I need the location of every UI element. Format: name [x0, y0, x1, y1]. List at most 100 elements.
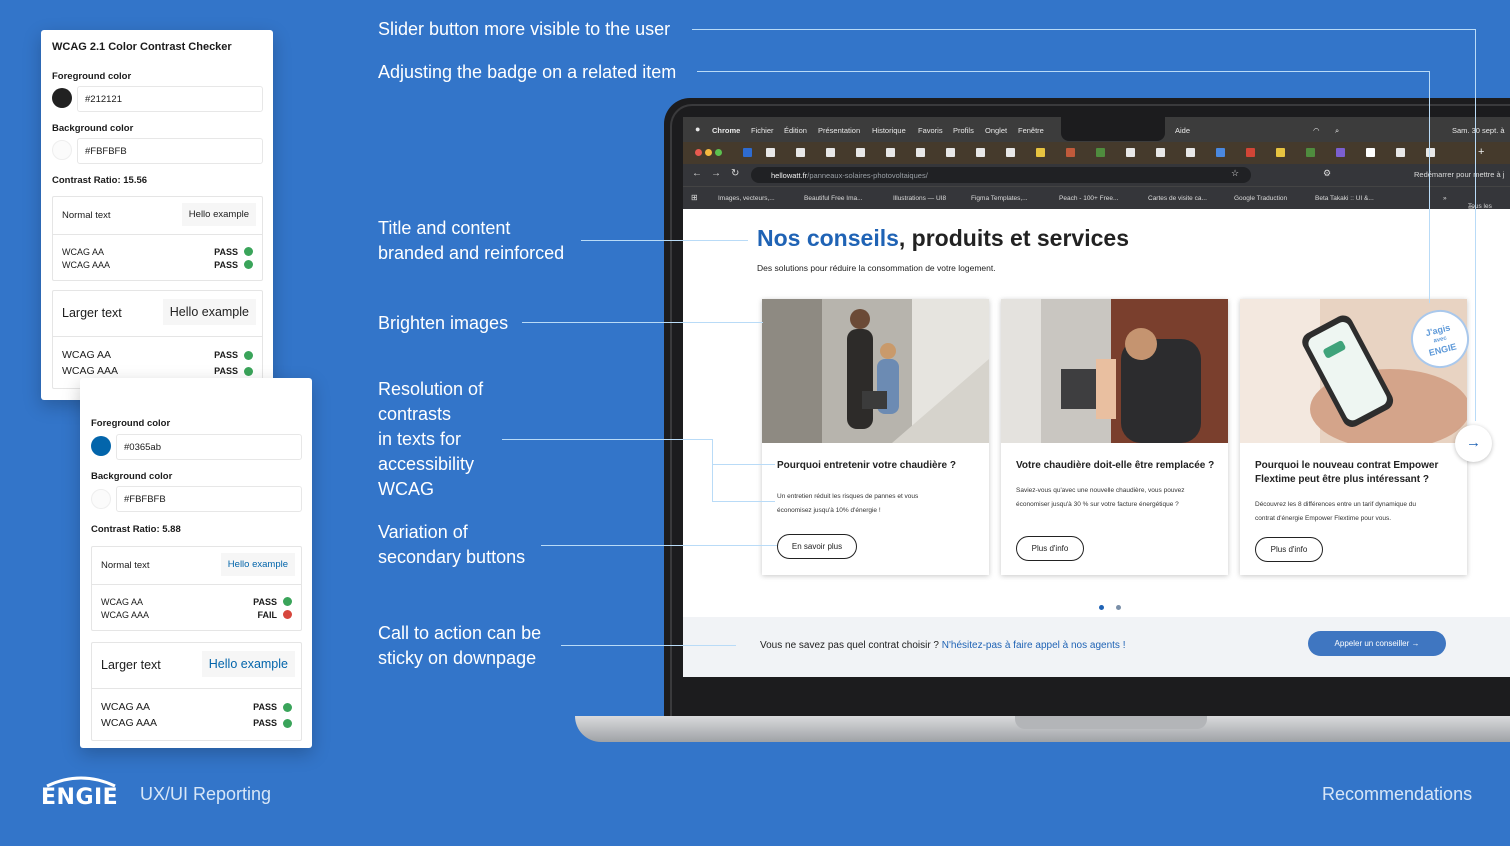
article-card[interactable]: Votre chaudière doit-elle être remplacée… [1001, 299, 1228, 575]
menu-profils[interactable]: Profils [953, 126, 974, 135]
tab-favicon[interactable] [1036, 148, 1045, 157]
page-subtitle: Des solutions pour réduire la consommati… [757, 263, 996, 273]
tab-favicon[interactable] [766, 148, 775, 157]
minimize-window-icon[interactable] [705, 149, 712, 156]
close-window-icon[interactable] [695, 149, 702, 156]
foreground-hex-input[interactable]: #0365ab [116, 434, 302, 460]
connector-line [712, 464, 775, 465]
annotation-contrasts-line1: Resolution of [378, 379, 484, 399]
tab-favicon[interactable] [1006, 148, 1015, 157]
back-icon[interactable]: ← [692, 168, 702, 179]
background-hex-input[interactable]: #FBFBFB [77, 138, 263, 164]
large-text-box: Larger text Hello example WCAG AA PASS WC… [91, 642, 302, 741]
menu-fichier[interactable]: Fichier [751, 126, 774, 135]
page-title-rest: , produits et services [898, 225, 1129, 251]
bookmark-item[interactable]: Beautiful Free Ima... [804, 195, 863, 202]
tab-favicon[interactable] [946, 148, 955, 157]
annotation-title-line1: Title and content [378, 218, 511, 238]
more-info-button[interactable]: Plus d'info [1255, 537, 1323, 562]
restart-button[interactable]: Redémarrer pour mettre à j [1414, 170, 1504, 179]
wcag-aaa-label: WCAG AAA [62, 365, 119, 377]
menu-fenetre[interactable]: Fenêtre [1018, 126, 1044, 135]
foreground-hex-input[interactable]: #212121 [77, 86, 263, 112]
foreground-swatch[interactable] [91, 436, 111, 456]
carousel-dot[interactable] [1116, 605, 1121, 610]
background-swatch[interactable] [91, 489, 111, 509]
card-title: Pourquoi le nouveau contrat Empower Flex… [1255, 460, 1439, 485]
annotation-contrasts-line4: accessibility [378, 454, 475, 474]
page-title: Nos conseils, produits et services [757, 225, 1129, 252]
carousel-dot-active[interactable] [1099, 605, 1104, 610]
background-hex-input[interactable]: #FBFBFB [116, 486, 302, 512]
contrast-ratio: Contrast Ratio: 5.88 [91, 524, 181, 535]
tab-favicon[interactable] [976, 148, 985, 157]
tab-favicon[interactable] [743, 148, 752, 157]
menu-presentation[interactable]: Présentation [818, 126, 860, 135]
apps-icon[interactable]: ⊞ [691, 193, 698, 202]
cta-link[interactable]: N'hésitez-pas à faire appel à nos agents… [942, 640, 1126, 651]
tab-favicon[interactable] [826, 148, 835, 157]
menu-aide[interactable]: Aide [1175, 126, 1190, 135]
bookmark-item[interactable]: Images, vecteurs,... [718, 195, 775, 202]
pass-dot-icon [283, 597, 292, 606]
engie-logo-text: ENGIE [41, 785, 119, 810]
slider-next-button[interactable]: → [1455, 425, 1492, 462]
reload-icon[interactable]: ↻ [731, 168, 739, 179]
tab-favicon[interactable] [856, 148, 865, 157]
tab-favicon[interactable] [1306, 148, 1315, 157]
extensions-icon[interactable]: ⚙ [1323, 168, 1331, 179]
tab-favicon[interactable] [1276, 148, 1285, 157]
bookmark-item[interactable]: Beta Takaki :: UI &... [1315, 195, 1374, 202]
wcag-aaa-label: WCAG AAA [101, 717, 158, 729]
checker-title: WCAG 2.1 Color Contrast Checker [52, 41, 232, 53]
menu-edition[interactable]: Édition [784, 126, 807, 135]
menu-chrome[interactable]: Chrome [712, 126, 740, 135]
tab-favicon[interactable] [796, 148, 805, 157]
bookmark-item[interactable]: Cartes de visite ca... [1148, 195, 1207, 202]
menu-favoris[interactable]: Favoris [918, 126, 943, 135]
wcag-aa-label: WCAG AA [62, 349, 112, 361]
more-bookmarks-icon[interactable]: » [1443, 195, 1447, 202]
wifi-icon[interactable]: ◠ [1313, 126, 1320, 135]
tab-favicon[interactable] [1156, 148, 1165, 157]
foreground-label: Foreground color [52, 71, 132, 82]
tab-favicon[interactable] [1126, 148, 1135, 157]
normal-text-label: Normal text [62, 210, 111, 221]
tab-favicon[interactable] [1246, 148, 1255, 157]
tab-favicon[interactable] [1216, 148, 1225, 157]
bookmark-item[interactable]: Peach - 100+ Free... [1059, 195, 1118, 202]
url-input[interactable]: hellowatt.fr/panneaux-solaires-photovolt… [751, 167, 1251, 183]
tab-favicon[interactable] [886, 148, 895, 157]
tab-favicon[interactable] [1186, 148, 1195, 157]
tab-favicon[interactable] [1066, 148, 1075, 157]
pass-dot-icon [244, 260, 253, 269]
forward-icon[interactable]: → [711, 168, 721, 179]
apple-icon[interactable]: ● [695, 124, 700, 134]
contrast-checker-card-blue: Foreground color #0365ab Background colo… [80, 378, 312, 748]
bookmark-item[interactable]: Illustrations — UI8 [893, 195, 946, 202]
bookmark-item[interactable]: Google Traduction [1234, 195, 1287, 202]
article-card[interactable]: J'agis avec ENGIE Pourquoi le nouveau co… [1240, 299, 1476, 575]
tab-favicon[interactable] [1366, 148, 1375, 157]
star-icon[interactable]: ☆ [1231, 168, 1239, 179]
tab-favicon[interactable] [916, 148, 925, 157]
search-icon[interactable]: ⌕ [1335, 126, 1339, 136]
tab-favicon[interactable] [1096, 148, 1105, 157]
footer-section: Recommendations [1322, 784, 1473, 804]
article-card[interactable]: Pourquoi entretenir votre chaudière ? Un… [762, 299, 989, 575]
tab-favicon[interactable] [1426, 148, 1435, 157]
background-swatch[interactable] [52, 140, 72, 160]
new-tab-icon[interactable]: + [1478, 146, 1484, 158]
foreground-swatch[interactable] [52, 88, 72, 108]
tab-favicon[interactable] [1336, 148, 1345, 157]
call-advisor-button[interactable]: Appeler un conseiller → [1308, 631, 1446, 656]
learn-more-button[interactable]: En savoir plus [777, 534, 857, 559]
maximize-window-icon[interactable] [715, 149, 722, 156]
menu-onglet[interactable]: Onglet [985, 126, 1007, 135]
menu-historique[interactable]: Historique [872, 126, 906, 135]
more-info-button[interactable]: Plus d'info [1016, 536, 1084, 561]
annotation-contrasts-line2: contrasts [378, 404, 452, 424]
bookmark-item[interactable]: Figma Templates,... [971, 195, 1028, 202]
tab-favicon[interactable] [1396, 148, 1405, 157]
annotation-contrasts: Resolution of contrasts in texts for acc… [378, 377, 483, 502]
